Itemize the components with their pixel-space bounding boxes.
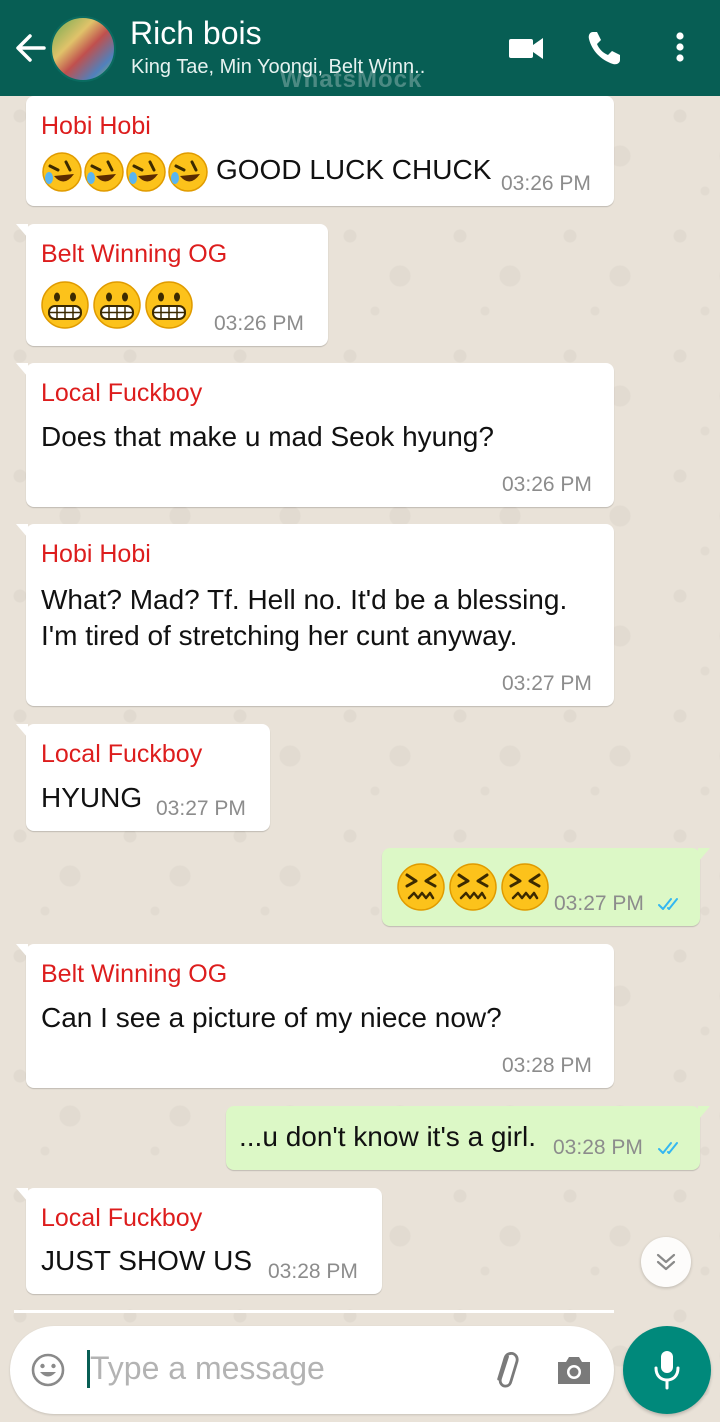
sender-name: Local Fuckboy	[41, 740, 203, 768]
bubble-tail	[16, 724, 28, 738]
message-bubble[interactable]: Belt Winning OG 03:26 PM	[16, 224, 328, 346]
bubble-tail	[16, 1188, 28, 1202]
sender-name: Local Fuckboy	[41, 379, 203, 407]
sender-name: Hobi Hobi	[41, 112, 151, 140]
message-time: 03:28 PM	[268, 1260, 358, 1283]
group-avatar[interactable]	[50, 16, 116, 82]
confounded-emoji-group	[396, 862, 552, 917]
message-bubble[interactable]: Local Fuckboy Does that make u mad Seok …	[16, 363, 614, 507]
message-time: 03:26 PM	[501, 172, 591, 195]
message-text: Does that make u mad Seok hyung?	[41, 421, 494, 452]
scroll-to-bottom-button[interactable]	[641, 1237, 691, 1287]
sender-name: Belt Winning OG	[41, 240, 228, 268]
message-bubble[interactable]: Local Fuckboy HYUNG 03:27 PM	[16, 724, 270, 831]
message-text: JUST SHOW US	[41, 1245, 253, 1276]
read-receipt-icon	[658, 898, 678, 910]
message-time: 03:28 PM	[502, 1054, 592, 1077]
phone-icon[interactable]	[584, 26, 624, 70]
message-bubble[interactable]: Local Fuckboy JUST SHOW US 03:28 PM	[16, 1188, 382, 1294]
message-bubble[interactable]: Belt Winning OG Can I see a picture of m…	[16, 944, 614, 1088]
message-text: ...u don't know it's a girl.	[239, 1121, 537, 1152]
message-bubble[interactable]: Hobi Hobi GOOD LUCK CHUCK 03:26 PM	[26, 96, 614, 206]
bubble-tail	[16, 224, 28, 238]
divider	[14, 1310, 614, 1313]
sender-name: Local Fuckboy	[41, 1204, 203, 1232]
message-time: 03:26 PM	[502, 473, 592, 496]
chat-title[interactable]: Rich bois	[130, 15, 262, 52]
voice-record-button[interactable]	[623, 1326, 711, 1414]
watermark: WhatsMock	[280, 66, 423, 93]
sender-name: Hobi Hobi	[41, 540, 151, 568]
bubble-tail	[698, 848, 710, 862]
message-text: GOOD LUCK CHUCK	[216, 154, 492, 185]
message-text-line-1: What? Mad? Tf. Hell no. It'd be a blessi…	[41, 584, 568, 615]
rofl-emoji-group	[40, 150, 210, 199]
paperclip-icon[interactable]	[486, 1348, 526, 1392]
message-time: 03:28 PM	[553, 1136, 643, 1159]
message-bubble[interactable]: Hobi Hobi What? Mad? Tf. Hell no. It'd b…	[16, 524, 614, 706]
bubble-tail	[16, 524, 28, 538]
message-time: 03:27 PM	[156, 797, 246, 820]
outgoing-message-bubble[interactable]: ...u don't know it's a girl. 03:28 PM	[226, 1106, 710, 1170]
microphone-icon	[654, 1351, 680, 1390]
read-receipt-icon	[658, 1142, 678, 1154]
message-time: 03:26 PM	[214, 312, 304, 335]
sender-name: Belt Winning OG	[41, 960, 228, 988]
message-input[interactable]: Type a message	[90, 1350, 325, 1387]
message-text-line-2: I'm tired of stretching her cunt anyway.	[41, 620, 518, 651]
message-time: 03:27 PM	[554, 892, 644, 915]
video-call-icon[interactable]	[506, 26, 546, 70]
bubble-tail	[16, 944, 28, 958]
message-time: 03:27 PM	[502, 672, 592, 695]
message-composer: Type a message	[10, 1326, 614, 1414]
bubble-tail	[698, 1106, 710, 1120]
chat-header: Rich bois King Tae, Min Yoongi, Belt Win…	[0, 0, 720, 96]
double-chevron-down-icon	[656, 1253, 676, 1271]
camera-icon[interactable]	[554, 1352, 594, 1388]
bubble-tail	[16, 363, 28, 377]
message-text: Can I see a picture of my niece now?	[41, 1002, 502, 1033]
more-vert-icon[interactable]	[668, 26, 692, 70]
arrow-left-icon[interactable]	[12, 28, 48, 68]
message-text: HYUNG	[41, 782, 143, 813]
outgoing-message-bubble[interactable]: 03:27 PM	[382, 848, 710, 926]
smiley-icon[interactable]	[30, 1352, 66, 1388]
grimacing-emoji-group	[40, 280, 200, 335]
